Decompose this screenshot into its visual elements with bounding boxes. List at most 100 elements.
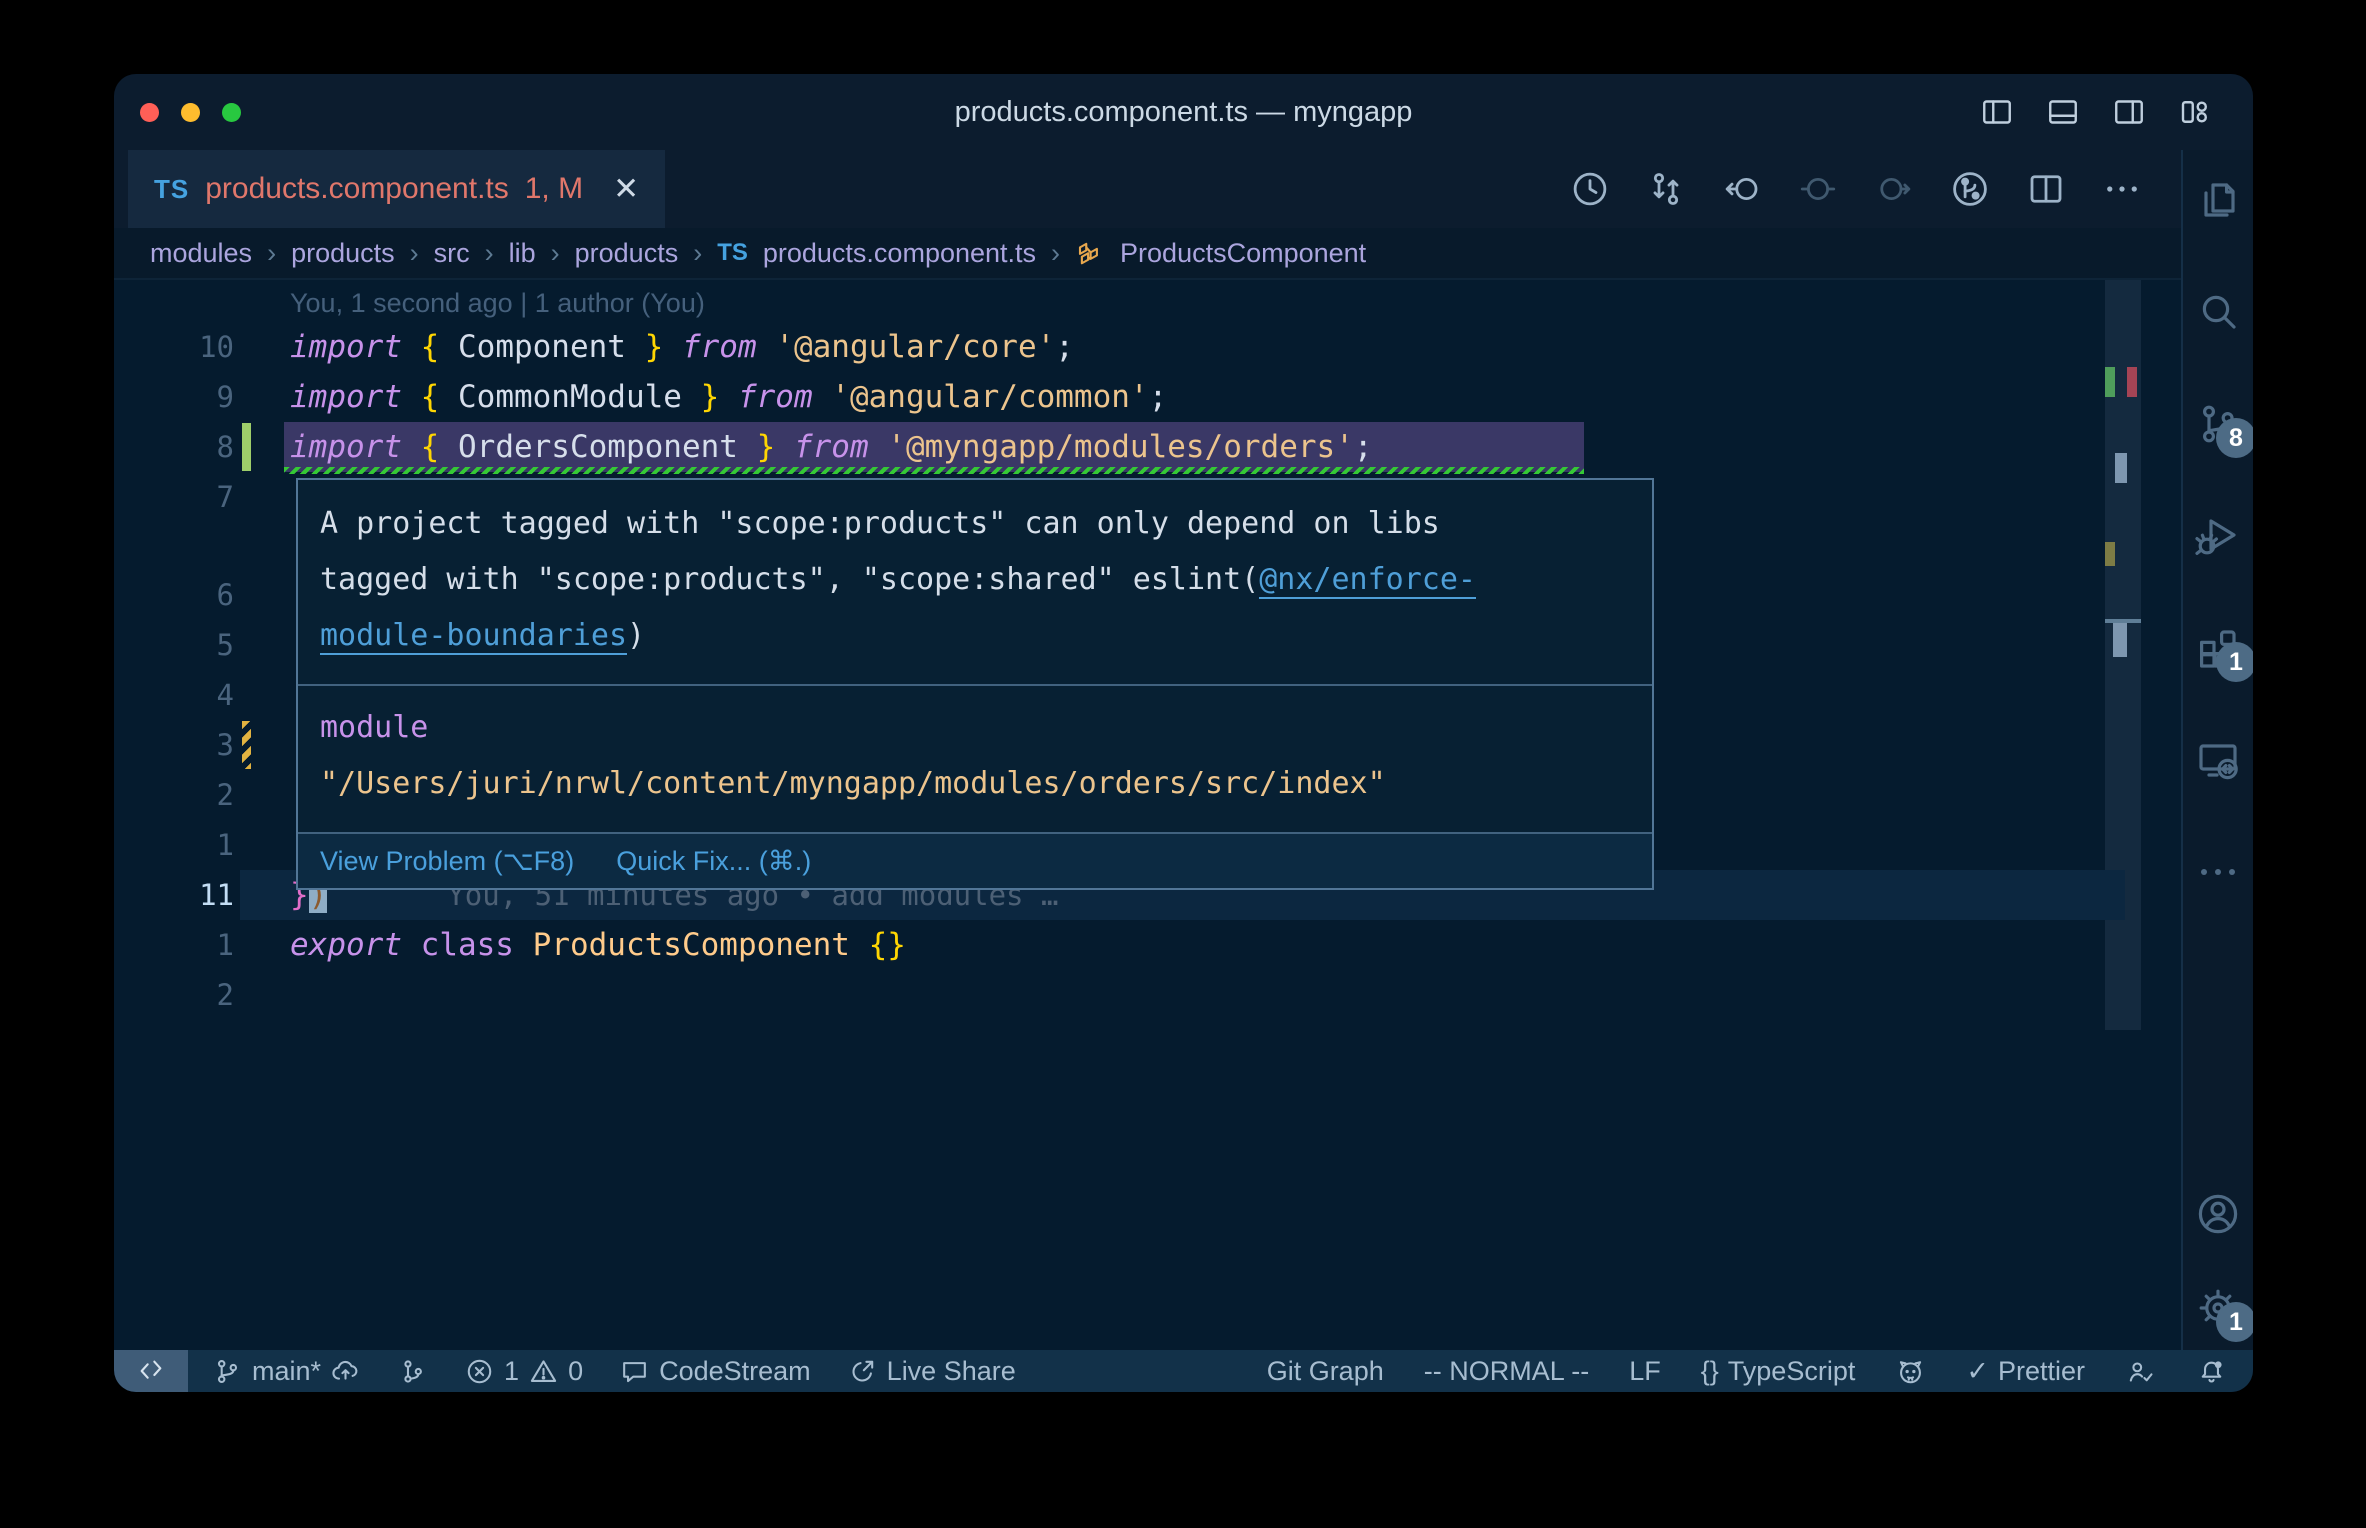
account-icon xyxy=(2194,1190,2242,1238)
compare-changes-button[interactable] xyxy=(1645,168,1687,210)
breadcrumb: modules › products › src › lib › products › TS prod… xyxy=(114,228,2181,280)
activity-more-views-button[interactable] xyxy=(2194,848,2242,896)
octoface-icon xyxy=(1895,1356,1926,1387)
line-number: 9 xyxy=(216,380,234,414)
status-problems-label: 1 xyxy=(504,1355,520,1386)
panel-bottom-button[interactable] xyxy=(2045,94,2081,130)
status-eol-label: LF xyxy=(1629,1355,1661,1386)
tab-products-component[interactable]: TS products.component.ts 1, M ✕ xyxy=(128,150,666,228)
activity-extensions-button[interactable]: 1 xyxy=(2194,624,2253,682)
hover-actions: View Problem (⌥F8) Quick Fix... (⌘.) xyxy=(298,834,1652,888)
status-prettier-label: Prettier xyxy=(1997,1355,2085,1386)
git-compare-icon xyxy=(397,1356,428,1387)
breadcrumb-item-products[interactable]: products xyxy=(291,238,395,269)
more-actions-icon xyxy=(2101,168,2143,210)
compare-changes-icon xyxy=(1645,168,1687,210)
symbol-class-icon xyxy=(1075,238,1105,268)
status-git-compare[interactable] xyxy=(397,1356,428,1387)
code-text: import { CommonModule } from '@angular/c… xyxy=(290,379,1168,415)
panel-left-button[interactable] xyxy=(1979,94,2015,130)
code-text: import { OrdersComponent } from '@myngap… xyxy=(290,429,1373,465)
line-number: 1 xyxy=(216,928,234,962)
split-editor-button[interactable] xyxy=(2025,168,2067,210)
status-eol[interactable]: LF xyxy=(1629,1356,1661,1387)
open-changes-button[interactable] xyxy=(1949,168,1991,210)
status-github[interactable] xyxy=(1895,1356,1926,1387)
panel-right-button[interactable] xyxy=(2111,94,2147,130)
explorer-icon xyxy=(2194,176,2242,224)
code-line[interactable]: 1 export class ProductsComponent {} xyxy=(114,920,2125,970)
remote-icon xyxy=(135,1355,167,1387)
status-language-typescript[interactable]: {} TypeScript xyxy=(1701,1356,1856,1387)
next-change-icon xyxy=(1873,168,1915,210)
typescript-file-icon: TS xyxy=(154,173,190,204)
eslint-rule-link[interactable]: @nx/enforce- xyxy=(1259,562,1476,599)
breadcrumb-separator: › xyxy=(693,237,703,268)
open-changes-icon xyxy=(1949,168,1991,210)
activity-search-button[interactable] xyxy=(2194,288,2242,336)
navigate-back-button[interactable] xyxy=(1721,168,1763,210)
breadcrumb-item-lib[interactable]: lib xyxy=(509,238,536,269)
next-change-button[interactable] xyxy=(1873,168,1915,210)
comment-icon xyxy=(619,1356,650,1387)
status-git-branch-label: main* xyxy=(252,1355,322,1386)
modified-mark xyxy=(2105,542,2115,566)
timeline-button[interactable] xyxy=(1569,168,1611,210)
remote-explorer-icon xyxy=(2194,736,2242,784)
status-codestream[interactable]: CodeStream xyxy=(619,1356,811,1387)
status-vim-mode[interactable]: -- NORMAL -- xyxy=(1424,1356,1589,1387)
line-number: 6 xyxy=(216,578,234,612)
code-editor[interactable]: You, 1 second ago | 1 author (You) A pro… xyxy=(114,280,2181,1350)
customize-layout-button[interactable] xyxy=(2177,94,2213,130)
activity-account-button[interactable] xyxy=(2194,1190,2242,1238)
run-debug-icon xyxy=(2194,512,2242,560)
breadcrumb-item-symbol[interactable]: ProductsComponent xyxy=(1120,238,1366,269)
status-problems-label: 0 xyxy=(568,1355,584,1386)
code-line[interactable]: 9 import { CommonModule } from '@angular/… xyxy=(114,372,2125,422)
status-accessibility[interactable] xyxy=(2125,1356,2156,1387)
quick-fix-action[interactable]: Quick Fix... (⌘.) xyxy=(616,846,811,877)
eslint-rule-link-wrap[interactable]: module-boundaries xyxy=(320,618,628,655)
code-line[interactable]: 8 import { OrdersComponent } from '@mynga… xyxy=(114,422,2125,474)
status-prettier[interactable]: ✓ Prettier xyxy=(1966,1356,2085,1387)
status-live-share[interactable]: Live Share xyxy=(847,1356,1016,1387)
code-line[interactable]: 10 import { Component } from '@angular/co… xyxy=(114,322,2125,372)
code-text: import { Component } from '@angular/core… xyxy=(290,329,1074,365)
activity-explorer-button[interactable] xyxy=(2194,176,2242,224)
breadcrumb-item-products[interactable]: products xyxy=(575,238,679,269)
title-bar[interactable]: products.component.ts — myngapp xyxy=(114,74,2253,150)
window-title: products.component.ts — myngapp xyxy=(954,95,1413,128)
line-number: 2 xyxy=(216,978,234,1012)
status-notifications[interactable] xyxy=(2196,1356,2227,1387)
previous-change-button[interactable] xyxy=(1797,168,1839,210)
close-tab-icon[interactable]: ✕ xyxy=(613,171,639,207)
breadcrumb-item-src[interactable]: src xyxy=(434,238,470,269)
line-number: 5 xyxy=(216,628,234,662)
line-number: 1 xyxy=(216,828,234,862)
tab-bar: TS products.component.ts 1, M ✕ xyxy=(114,150,2181,228)
view-problem-action[interactable]: View Problem (⌥F8) xyxy=(320,846,574,877)
activity-source-control-button[interactable]: 8 xyxy=(2194,400,2253,458)
breadcrumb-item-file[interactable]: products.component.ts xyxy=(763,238,1036,269)
breadcrumb-item-modules[interactable]: modules xyxy=(150,238,252,269)
vscode-window: products.component.ts — myngapp TS produ… xyxy=(114,74,2253,1392)
remote-indicator[interactable] xyxy=(114,1350,188,1392)
activity-remote-explorer-button[interactable] xyxy=(2194,736,2242,784)
status-live-share-label: Live Share xyxy=(886,1355,1016,1386)
more-actions-button[interactable] xyxy=(2101,168,2143,210)
status-problems[interactable]: 10 xyxy=(464,1356,583,1387)
status-language-typescript-label: {} xyxy=(1700,1355,1719,1386)
status-codestream-label: CodeStream xyxy=(659,1355,811,1386)
activity-run-debug-button[interactable] xyxy=(2194,512,2242,560)
source-control-badge: 8 xyxy=(2216,418,2253,458)
status-git-graph[interactable]: Git Graph xyxy=(1267,1356,1384,1387)
problem-hover-popup: A project tagged with "scope:products" c… xyxy=(296,478,1654,890)
status-bar: main* 1 0 CodeStream Live Share Git Graph -- … xyxy=(114,1350,2253,1392)
activity-settings-button[interactable]: 1 xyxy=(2194,1284,2253,1342)
warning-triangle-icon xyxy=(528,1356,559,1387)
status-prettier-label: ✓ xyxy=(1966,1355,1989,1386)
gitlens-blame-annotation: You, 1 second ago | 1 author (You) xyxy=(290,288,705,318)
settings-badge: 1 xyxy=(2216,1302,2253,1342)
code-line[interactable]: 2 xyxy=(114,970,2125,1020)
status-git-branch[interactable]: main* xyxy=(212,1356,361,1387)
